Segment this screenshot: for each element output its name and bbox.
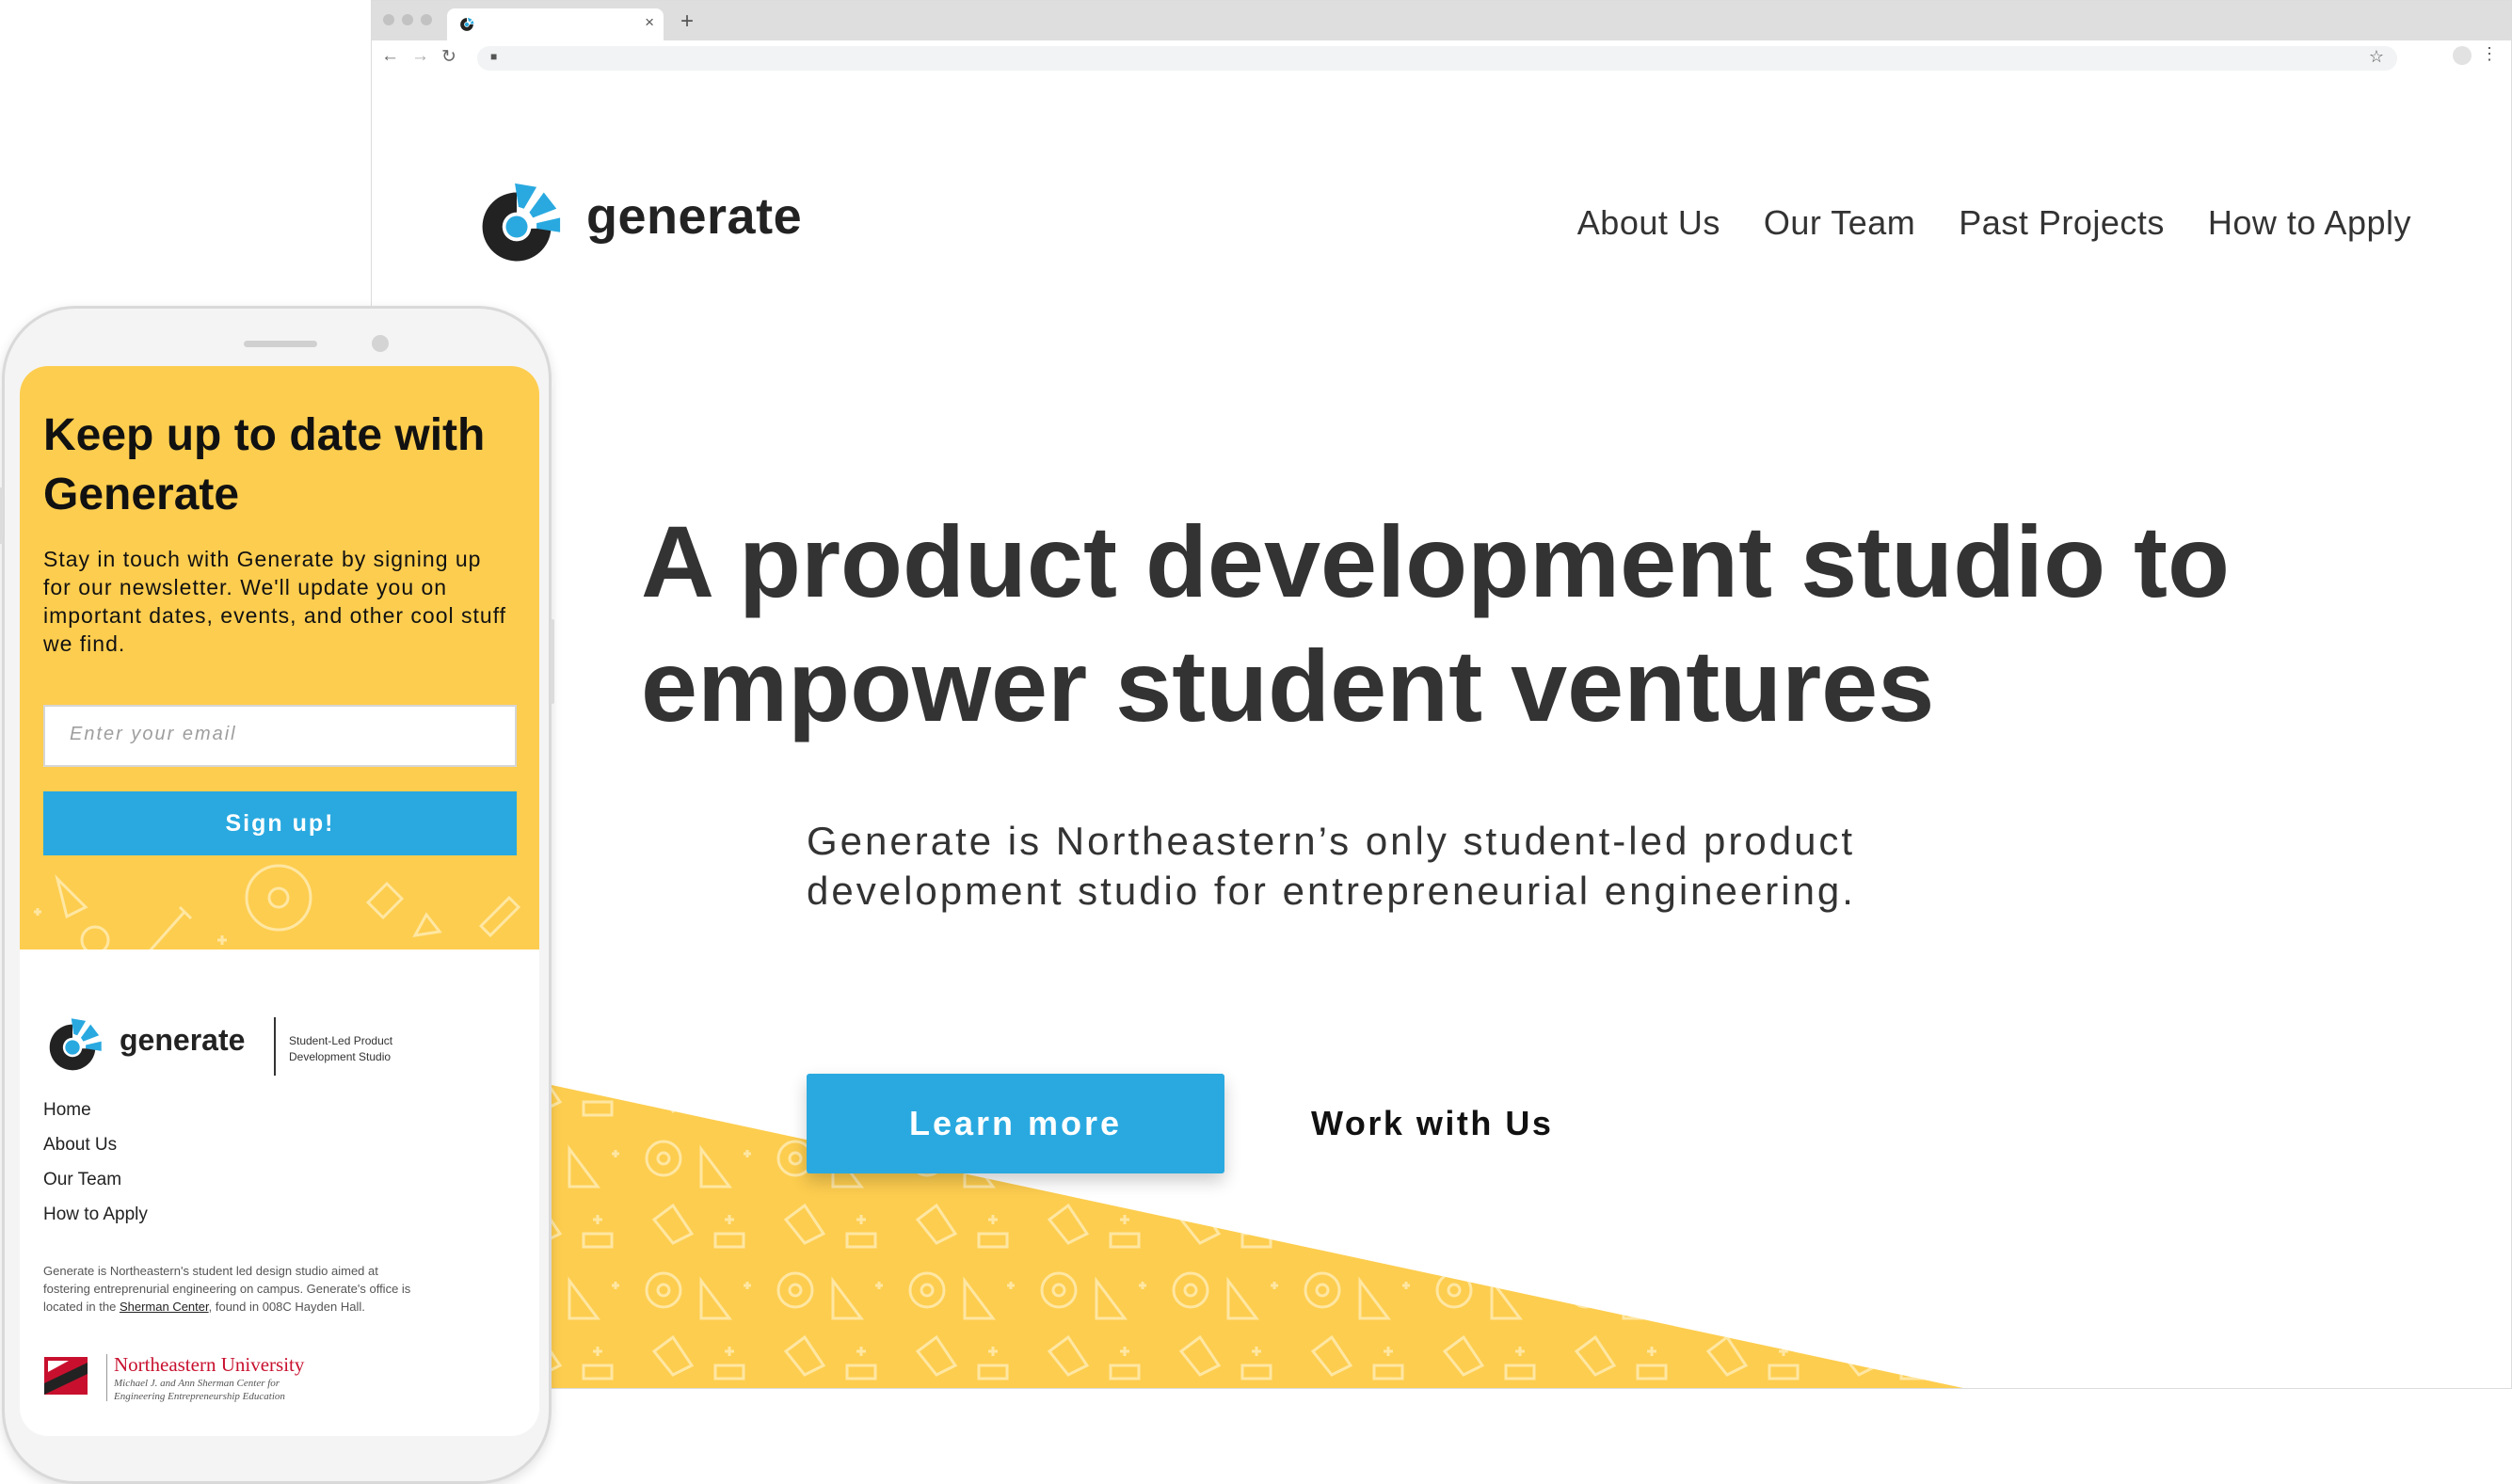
university-name: Northeastern University <box>114 1353 305 1376</box>
phone-power-button <box>551 619 554 704</box>
sherman-center-link[interactable]: Sherman Center <box>120 1300 209 1314</box>
web-page: generate About Us Our Team Past Projects… <box>372 76 2511 1388</box>
footer-description: Generate is Northeastern's student led d… <box>43 1262 420 1316</box>
reload-icon[interactable]: ↻ <box>441 46 456 68</box>
back-arrow-icon[interactable]: ← <box>381 46 399 67</box>
newsletter-pattern-decoration <box>34 864 521 949</box>
footer-link-home[interactable]: Home <box>43 1100 148 1135</box>
window-close-dot[interactable] <box>383 14 394 25</box>
tab-close-icon[interactable]: × <box>645 13 654 32</box>
nav-link-about-us[interactable]: About Us <box>1577 203 1720 243</box>
brand-wordmark[interactable]: generate <box>586 187 802 246</box>
sign-up-button[interactable]: Sign up! <box>43 791 517 855</box>
northeastern-logo-icon <box>44 1357 88 1395</box>
footer-divider <box>274 1017 276 1076</box>
footer-link-how-to-apply[interactable]: How to Apply <box>43 1205 148 1239</box>
newsletter-text: Stay in touch with Generate by signing u… <box>43 547 507 656</box>
phone-side-button <box>0 487 3 544</box>
browser-tab[interactable]: × <box>447 8 664 40</box>
footer-tagline-line1: Student-Led Product <box>289 1034 393 1047</box>
address-bar-row: ← → ↻ ■ ☆ <box>372 40 2511 77</box>
footer-desc-text-2: , found in 008C Hayden Hall. <box>208 1300 365 1314</box>
footer-navigation: Home About Us Our Team How to Apply <box>43 1100 148 1239</box>
tab-bar: × + <box>372 1 2511 40</box>
window-maximize-dot[interactable] <box>421 14 432 25</box>
footer-link-our-team[interactable]: Our Team <box>43 1170 148 1205</box>
newsletter-section: Keep up to date with Generate Stay in to… <box>20 366 539 949</box>
phone-speaker <box>244 341 317 347</box>
browser-menu-icon[interactable]: ⋮ <box>2481 44 2498 64</box>
footer-logo-icon <box>49 1018 102 1071</box>
email-placeholder: Enter your email <box>70 724 237 744</box>
url-field[interactable]: ■ ☆ <box>477 46 2397 71</box>
forward-arrow-icon[interactable]: → <box>411 46 429 67</box>
email-input[interactable]: Enter your email <box>43 705 517 767</box>
window-minimize-dot[interactable] <box>402 14 413 25</box>
hero-subtitle: Generate is Northeastern’s only student-… <box>807 819 1856 913</box>
university-center-line1: Michael J. and Ann Sherman Center for <box>114 1378 280 1389</box>
nav-link-past-projects[interactable]: Past Projects <box>1959 203 2165 243</box>
browser-window: × + ← → ↻ ■ ☆ ⋮ generate About Us Our Te… <box>371 0 2512 1389</box>
bookmark-star-icon[interactable]: ☆ <box>2369 47 2384 67</box>
university-center-line2: Engineering Entrepreneurship Education <box>114 1391 285 1402</box>
newsletter-title: Keep up to date with Generate <box>43 410 486 519</box>
nav-link-how-to-apply[interactable]: How to Apply <box>2208 203 2411 243</box>
learn-more-button[interactable]: Learn more <box>807 1074 1224 1173</box>
phone-camera <box>372 335 389 352</box>
work-with-us-link[interactable]: Work with Us <box>1311 1104 1553 1143</box>
footer-tagline: Student-Led Product Development Studio <box>289 1033 392 1065</box>
main-navigation: About Us Our Team Past Projects How to A… <box>1577 203 2411 243</box>
phone-screen: Keep up to date with Generate Stay in to… <box>20 366 539 1436</box>
lock-icon: ■ <box>490 50 498 63</box>
nav-link-our-team[interactable]: Our Team <box>1764 203 1915 243</box>
footer-brand-wordmark[interactable]: generate <box>120 1023 245 1058</box>
profile-avatar[interactable] <box>2453 46 2472 65</box>
footer-link-about-us[interactable]: About Us <box>43 1135 148 1170</box>
generate-logo-icon <box>482 183 561 262</box>
new-tab-icon[interactable]: + <box>680 8 694 35</box>
phone-mockup: Keep up to date with Generate Stay in to… <box>0 306 554 1484</box>
northeastern-divider <box>106 1354 107 1401</box>
footer-tagline-line2: Development Studio <box>289 1050 392 1063</box>
favicon-icon <box>460 17 474 31</box>
hero-title: A product development studio to empower … <box>641 504 2230 742</box>
university-center-name: Michael J. and Ann Sherman Center for En… <box>114 1377 340 1403</box>
